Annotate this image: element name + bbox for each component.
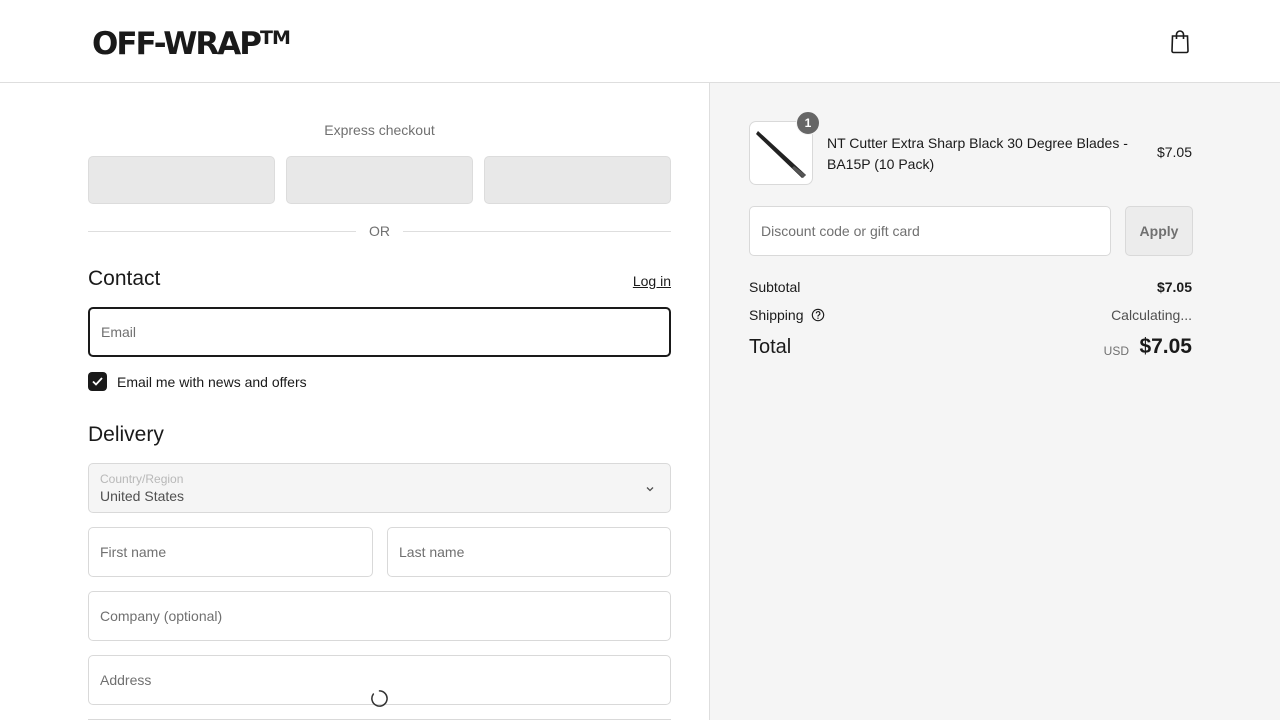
subtotal-value: $7.05: [1156, 279, 1192, 295]
order-summary: 1 NT Cutter Extra Sharp Black 30 Degree …: [709, 83, 1280, 720]
apply-discount-button[interactable]: Apply: [1125, 206, 1193, 256]
store-logo[interactable]: OFF-WRAPTM: [92, 24, 291, 64]
express-pay-button-2[interactable]: [286, 156, 473, 204]
newsletter-label: Email me with news and offers: [117, 373, 307, 390]
last-name-field[interactable]: [387, 527, 671, 577]
country-select-label: Country/Region: [100, 472, 184, 486]
country-select-value: United States: [100, 488, 185, 504]
total-label: Total: [749, 336, 792, 358]
logo-trademark: TM: [260, 27, 291, 49]
total-value: $7.05: [1139, 335, 1192, 358]
checkout-main: Express checkout OR Contact Log in Email…: [0, 83, 709, 720]
first-name-field[interactable]: [88, 527, 373, 577]
shopping-bag-icon[interactable]: [1168, 28, 1192, 54]
product-thumbnail: 1: [749, 111, 820, 185]
login-link[interactable]: Log in: [633, 273, 671, 289]
product-name: NT Cutter Extra Sharp Black 30 Degree Bl…: [827, 135, 1128, 172]
newsletter-checkbox[interactable]: [88, 372, 107, 391]
shipping-label: Shipping: [749, 307, 825, 323]
subtotal-label: Subtotal: [749, 279, 801, 295]
total-currency: USD: [1103, 344, 1129, 358]
loading-spinner-icon: [371, 690, 388, 707]
shipping-label-text: Shipping: [749, 307, 804, 323]
divider-or-text: OR: [369, 223, 390, 239]
email-field[interactable]: [88, 307, 671, 357]
site-header: OFF-WRAPTM: [0, 0, 1280, 83]
shipping-value: Calculating...: [1111, 307, 1192, 323]
chevron-down-icon: [646, 487, 654, 492]
checkmark-icon: [92, 377, 103, 386]
express-checkout-title: Express checkout: [324, 122, 435, 138]
country-select[interactable]: Country/Region United States: [88, 463, 671, 513]
divider-left: [88, 231, 356, 232]
delivery-heading: Delivery: [88, 423, 164, 446]
express-pay-button-3[interactable]: [484, 156, 671, 204]
express-pay-button-1[interactable]: [88, 156, 275, 204]
product-price: $7.05: [1156, 144, 1192, 160]
discount-code-field[interactable]: [749, 206, 1111, 256]
divider-right: [403, 231, 671, 232]
help-icon[interactable]: [811, 308, 825, 322]
company-field[interactable]: [88, 591, 671, 641]
contact-heading: Contact: [88, 267, 161, 290]
logo-text: OFF-WRAP: [92, 26, 262, 62]
quantity-badge: 1: [796, 111, 820, 135]
newsletter-checkbox-row[interactable]: Email me with news and offers: [88, 372, 307, 391]
